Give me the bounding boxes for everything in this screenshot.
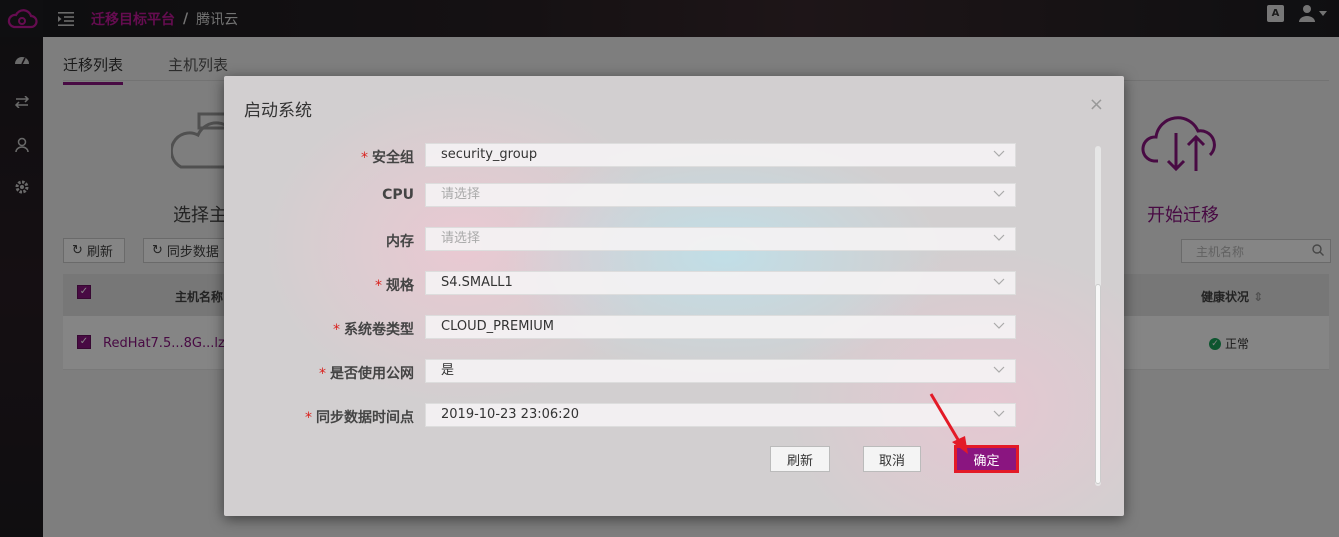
chevron-down-icon [993,190,1005,197]
dialog-title: 启动系统 [244,101,312,121]
public-network-select[interactable]: 是 [425,359,1016,383]
field-label: * 系统卷类型 [333,322,414,338]
instance-spec-select[interactable]: S4.SMALL1 [425,271,1016,295]
chevron-down-icon [993,234,1005,241]
chevron-down-icon [993,410,1005,417]
chevron-down-icon [993,150,1005,157]
cpu-select[interactable]: 请选择 [425,183,1016,207]
dialog-refresh-button[interactable]: 刷新 [770,446,830,472]
field-security-group: * 安全组 security_group [224,143,1124,169]
dialog-confirm-button[interactable]: 确定 [955,446,1018,472]
field-label: CPU [382,187,414,203]
security-group-select[interactable]: security_group [425,143,1016,167]
sync-time-point-select[interactable]: 2019-10-23 23:06:20 [425,403,1016,427]
field-system-disk-type: * 系统卷类型 CLOUD_PREMIUM [224,315,1124,341]
chevron-down-icon [993,322,1005,329]
field-label: * 是否使用公网 [319,366,414,382]
field-label: * 安全组 [361,150,414,166]
memory-select[interactable]: 请选择 [425,227,1016,251]
start-system-dialog: 启动系统 × * 安全组 security_group CPU 请选择 内存 请选… [224,76,1124,516]
field-label: 内存 [386,234,414,250]
field-memory: 内存 请选择 [224,227,1124,253]
chevron-down-icon [993,278,1005,285]
chevron-down-icon [993,366,1005,373]
system-disk-type-select[interactable]: CLOUD_PREMIUM [425,315,1016,339]
field-cpu: CPU 请选择 [224,183,1124,209]
field-sync-time-point: * 同步数据时间点 2019-10-23 23:06:20 [224,403,1124,429]
dialog-cancel-button[interactable]: 取消 [863,446,921,472]
scrollbar-thumb[interactable] [1095,284,1101,484]
field-label: * 规格 [375,278,414,294]
field-label: * 同步数据时间点 [305,410,414,426]
close-icon[interactable]: × [1089,96,1104,114]
field-instance-spec: * 规格 S4.SMALL1 [224,271,1124,297]
field-public-network: * 是否使用公网 是 [224,359,1124,385]
dialog-scrollbar[interactable] [1095,146,1101,486]
